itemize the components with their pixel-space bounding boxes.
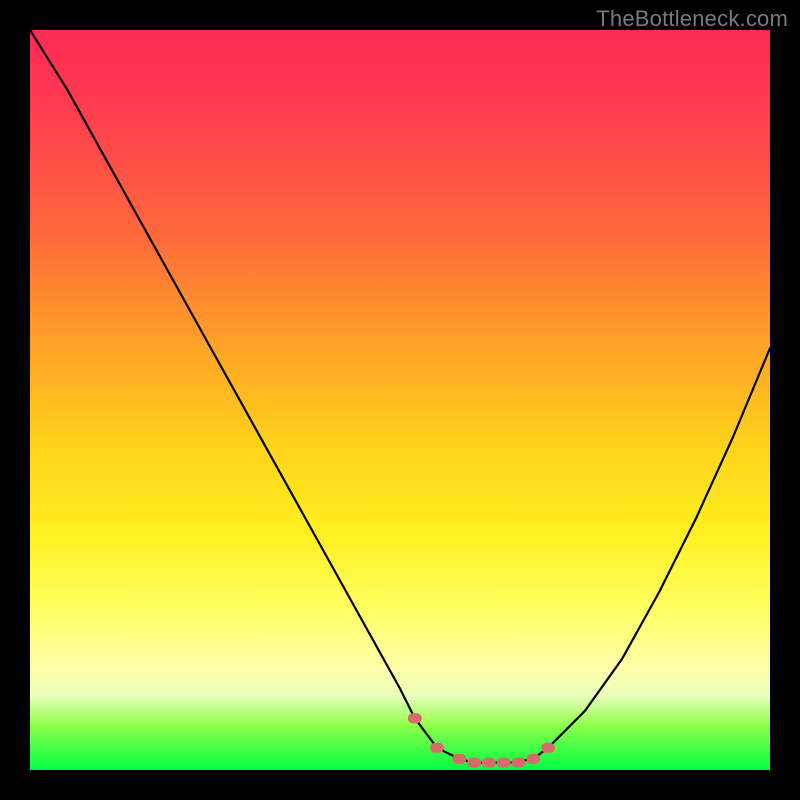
- valley-marker: [497, 758, 511, 768]
- valley-marker: [541, 743, 555, 753]
- valley-markers: [408, 713, 555, 767]
- valley-marker: [430, 743, 444, 753]
- valley-marker: [467, 758, 481, 768]
- curve-layer: [30, 30, 770, 770]
- watermark-text: TheBottleneck.com: [596, 6, 788, 32]
- valley-marker: [526, 754, 540, 764]
- valley-marker: [482, 758, 496, 768]
- valley-marker: [408, 713, 422, 723]
- valley-marker: [511, 758, 525, 768]
- valley-marker: [452, 754, 466, 764]
- plot-area: [30, 30, 770, 770]
- chart-frame: TheBottleneck.com: [0, 0, 800, 800]
- bottleneck-curve: [30, 30, 770, 763]
